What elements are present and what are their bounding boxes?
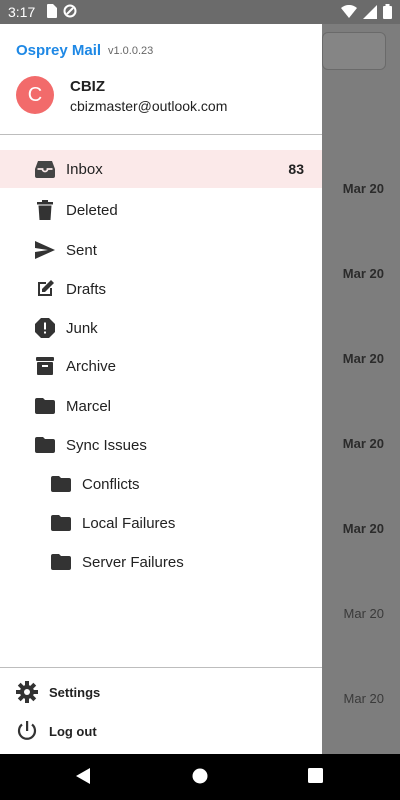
folder-label: Sent (66, 241, 97, 259)
unread-count-badge: 83 (288, 161, 304, 177)
sim-card-icon (46, 4, 57, 21)
folder-label: Server Failures (82, 553, 184, 571)
folder-item-sync-issues[interactable]: Sync Issues (0, 426, 322, 464)
back-icon[interactable] (76, 768, 92, 789)
status-bar: 3:17 (0, 0, 400, 24)
message-date: Mar 20 (342, 266, 384, 281)
edit-icon (35, 279, 55, 299)
send-icon (35, 240, 55, 260)
folder-icon (51, 474, 71, 494)
folder-label: Local Failures (82, 514, 176, 532)
cell-signal-icon (363, 4, 377, 22)
folder-item-conflicts[interactable]: Conflicts (0, 465, 322, 503)
account-email[interactable]: cbizmaster@outlook.com (70, 98, 227, 114)
recents-icon[interactable] (308, 768, 323, 788)
spam-icon (35, 318, 55, 338)
folder-label: Junk (66, 319, 98, 337)
folder-label: Inbox (66, 160, 103, 178)
wifi-icon (341, 4, 357, 21)
inbox-icon (35, 159, 55, 179)
trash-icon (35, 200, 55, 220)
message-date: Mar 20 (342, 351, 384, 366)
home-icon[interactable] (192, 768, 208, 789)
account-name[interactable]: CBIZ (70, 78, 105, 95)
folder-icon (35, 435, 55, 455)
app-version: v1.0.0.23 (108, 45, 154, 57)
folder-item-server-failures[interactable]: Server Failures (0, 543, 322, 581)
archive-icon (35, 356, 55, 376)
folder-label: Sync Issues (66, 436, 147, 454)
background-search-box (322, 32, 386, 70)
message-date: Mar 20 (342, 521, 384, 536)
folder-label: Conflicts (82, 475, 140, 493)
battery-icon (383, 4, 392, 22)
folder-item-inbox[interactable]: Inbox 83 (0, 150, 322, 188)
folder-label: Deleted (66, 201, 118, 219)
avatar[interactable]: C (16, 76, 54, 114)
divider (0, 134, 322, 135)
folder-icon (35, 396, 55, 416)
folder-item-marcel[interactable]: Marcel (0, 387, 322, 425)
app-name: Osprey Mail (16, 42, 102, 59)
message-date: Mar 20 (342, 181, 384, 196)
divider (0, 667, 322, 668)
folder-item-local-failures[interactable]: Local Failures (0, 504, 322, 542)
folder-icon (51, 513, 71, 533)
folder-item-deleted[interactable]: Deleted (0, 191, 322, 229)
gear-icon (16, 681, 38, 703)
power-icon (16, 720, 38, 742)
background-message-list: Mar 20 Mar 20 Mar 20 Mar 20 Mar 20 Mar 2… (322, 24, 400, 754)
folder-item-junk[interactable]: Junk (0, 309, 322, 347)
status-time: 3:17 (8, 4, 36, 20)
logout-label: Log out (49, 723, 97, 739)
folder-icon (51, 552, 71, 572)
navigation-drawer: Osprey Mail v1.0.0.23 C CBIZ cbizmaster@… (0, 24, 322, 754)
folder-item-drafts[interactable]: Drafts (0, 270, 322, 308)
settings-button[interactable]: Settings (0, 674, 322, 710)
logout-button[interactable]: Log out (0, 713, 322, 749)
system-navigation-bar (0, 754, 400, 800)
folder-item-sent[interactable]: Sent (0, 231, 322, 269)
message-date: Mar 20 (343, 691, 384, 706)
folder-label: Marcel (66, 397, 112, 415)
avatar-initial: C (27, 83, 43, 106)
message-date: Mar 20 (343, 606, 384, 621)
folder-item-archive[interactable]: Archive (0, 347, 322, 385)
sync-status-icon (63, 4, 77, 21)
folder-label: Archive (66, 357, 117, 375)
message-date: Mar 20 (342, 436, 384, 451)
folder-label: Drafts (66, 280, 107, 298)
settings-label: Settings (49, 684, 101, 700)
